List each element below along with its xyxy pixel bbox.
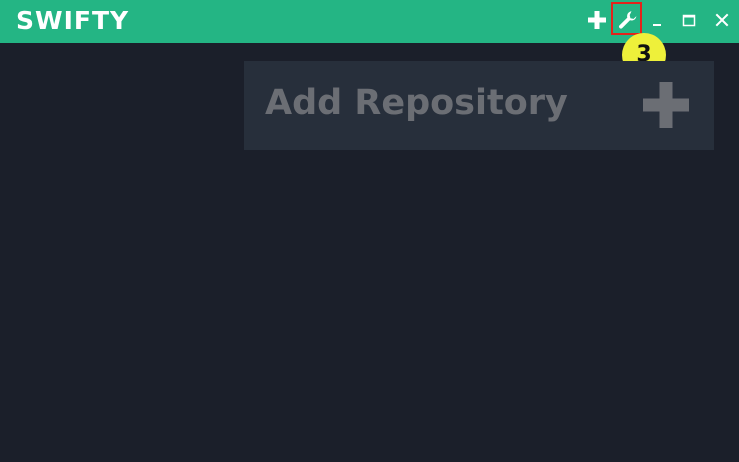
- maximize-icon: [682, 14, 696, 27]
- settings-button[interactable]: [614, 6, 642, 34]
- plus-icon: [588, 11, 606, 29]
- add-repository-label: Add Repository: [265, 83, 568, 123]
- add-button[interactable]: [583, 6, 611, 34]
- maximize-button[interactable]: [675, 6, 703, 34]
- minimize-button[interactable]: [643, 6, 671, 34]
- add-repository-button[interactable]: Add Repository: [244, 61, 714, 150]
- app-logo: SWIFTY: [16, 6, 130, 35]
- title-bar[interactable]: SWIFTY: [0, 0, 739, 43]
- close-icon: [715, 13, 729, 27]
- wrench-icon: [619, 11, 637, 29]
- app-window: SWIFTY 3 Add Repository: [0, 0, 739, 462]
- minimize-icon: [653, 24, 661, 26]
- close-button[interactable]: [708, 6, 736, 34]
- plus-icon: [643, 82, 689, 128]
